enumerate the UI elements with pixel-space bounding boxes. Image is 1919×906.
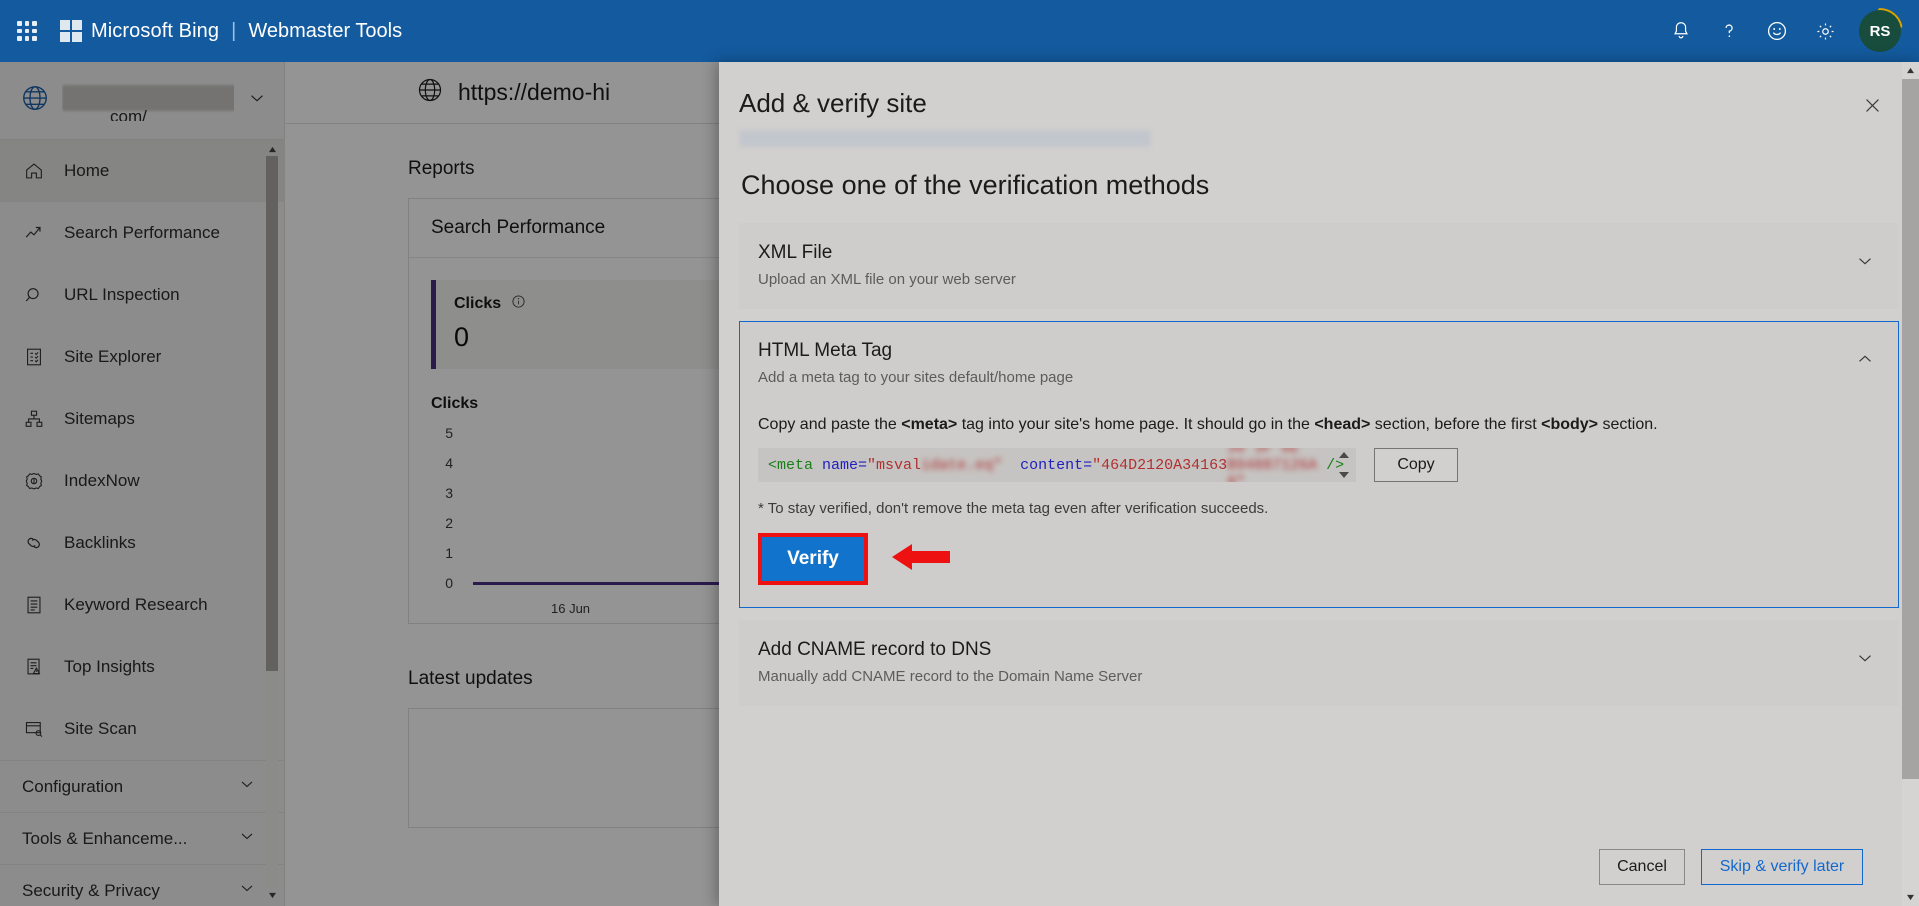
instruction-part: section, before the first (1370, 416, 1541, 433)
instruction-part: section. (1598, 416, 1658, 433)
meta-tag-code-row: <meta name="msvalidate.eq" content="464D… (758, 448, 1878, 482)
cancel-button[interactable]: Cancel (1599, 849, 1685, 885)
product-name: Webmaster Tools (248, 20, 402, 43)
method-cname-record-header[interactable]: Add CNAME record to DNS Manually add CNA… (740, 621, 1898, 705)
code-attr-content-value-redacted: 36 3F 8E B94887126A 8" (1227, 448, 1317, 482)
method-html-meta-tag[interactable]: HTML Meta Tag Add a meta tag to your sit… (739, 321, 1899, 608)
verify-button-annotation-box: Verify (758, 533, 868, 585)
close-icon[interactable] (1853, 86, 1891, 124)
dialog-title: Add & verify site (739, 88, 927, 119)
method-description: Manually add CNAME record to the Domain … (758, 668, 1878, 685)
instruction-code-head: <head> (1314, 416, 1370, 433)
dialog-body: Choose one of the verification methods X… (719, 156, 1919, 828)
chevron-down-icon[interactable] (1854, 250, 1876, 277)
method-name: Add CNAME record to DNS (758, 639, 1878, 661)
code-attr-content: content= (1020, 457, 1092, 474)
code-tag-open: <meta (768, 457, 813, 474)
instruction-code-meta: <meta> (901, 416, 957, 433)
skip-verify-later-button[interactable]: Skip & verify later (1701, 849, 1863, 885)
method-html-meta-tag-content: Copy and paste the <meta> tag into your … (740, 406, 1898, 607)
top-bar-actions: RS (1657, 0, 1905, 62)
brand-name: Microsoft Bing (91, 20, 219, 43)
copy-button[interactable]: Copy (1374, 448, 1458, 482)
brand-separator: | (231, 20, 236, 43)
dialog-header: Add & verify site (719, 62, 1919, 156)
code-attr-content-value: "464D2120A34163 (1092, 457, 1227, 474)
chevron-down-icon[interactable] (1854, 647, 1876, 674)
verification-methods-heading: Choose one of the verification methods (741, 170, 1899, 201)
method-description: Upload an XML file on your web server (758, 271, 1878, 288)
bing-logo[interactable]: Microsoft Bing (60, 20, 219, 43)
method-xml-file-header[interactable]: XML File Upload an XML file on your web … (740, 224, 1898, 308)
help-icon[interactable] (1705, 7, 1753, 55)
method-html-meta-tag-header[interactable]: HTML Meta Tag Add a meta tag to your sit… (740, 322, 1898, 406)
settings-gear-icon[interactable] (1801, 7, 1849, 55)
instruction-code-body: <body> (1541, 416, 1598, 433)
verification-note: * To stay verified, don't remove the met… (758, 500, 1878, 517)
add-verify-site-dialog: Add & verify site Choose one of the veri… (719, 62, 1919, 906)
method-description: Add a meta tag to your sites default/hom… (758, 369, 1878, 386)
page-scrollbar-thumb[interactable] (1902, 79, 1919, 779)
method-name: HTML Meta Tag (758, 340, 1878, 362)
method-xml-file[interactable]: XML File Upload an XML file on your web … (739, 223, 1899, 309)
spinner-up-down-icon[interactable] (1337, 451, 1351, 479)
meta-tag-instruction: Copy and paste the <meta> tag into your … (758, 416, 1878, 434)
app-launcher-icon[interactable] (14, 18, 40, 44)
instruction-part: tag into your site's home page. It shoul… (957, 416, 1314, 433)
top-navigation-bar: Microsoft Bing | Webmaster Tools (0, 0, 1919, 62)
scroll-up-icon[interactable] (1902, 62, 1919, 79)
verify-row: Verify (758, 533, 1878, 585)
method-cname-record[interactable]: Add CNAME record to DNS Manually add CNA… (739, 620, 1899, 706)
left-arrow-annotation (890, 540, 952, 579)
feedback-smiley-icon[interactable] (1753, 7, 1801, 55)
dialog-footer: Cancel Skip & verify later (719, 828, 1919, 906)
microsoft-tiles-icon (60, 20, 82, 42)
code-attr-name-value-redacted: idate.eq" (921, 457, 1002, 474)
instruction-part: Copy and paste the (758, 416, 901, 433)
method-name: XML File (758, 242, 1878, 264)
dialog-subtitle-redacted (739, 130, 1151, 147)
code-attr-name-value: "msval (867, 457, 921, 474)
notifications-icon[interactable] (1657, 7, 1705, 55)
chevron-up-icon[interactable] (1854, 348, 1876, 375)
meta-tag-code-field[interactable]: <meta name="msvalidate.eq" content="464D… (758, 448, 1356, 482)
page-scrollbar[interactable] (1902, 62, 1919, 906)
avatar-initials: RS (1859, 10, 1901, 52)
code-attr-name: name= (822, 457, 867, 474)
scroll-down-icon[interactable] (1902, 889, 1919, 906)
verify-button[interactable]: Verify (762, 537, 864, 581)
avatar[interactable]: RS (1857, 8, 1903, 54)
